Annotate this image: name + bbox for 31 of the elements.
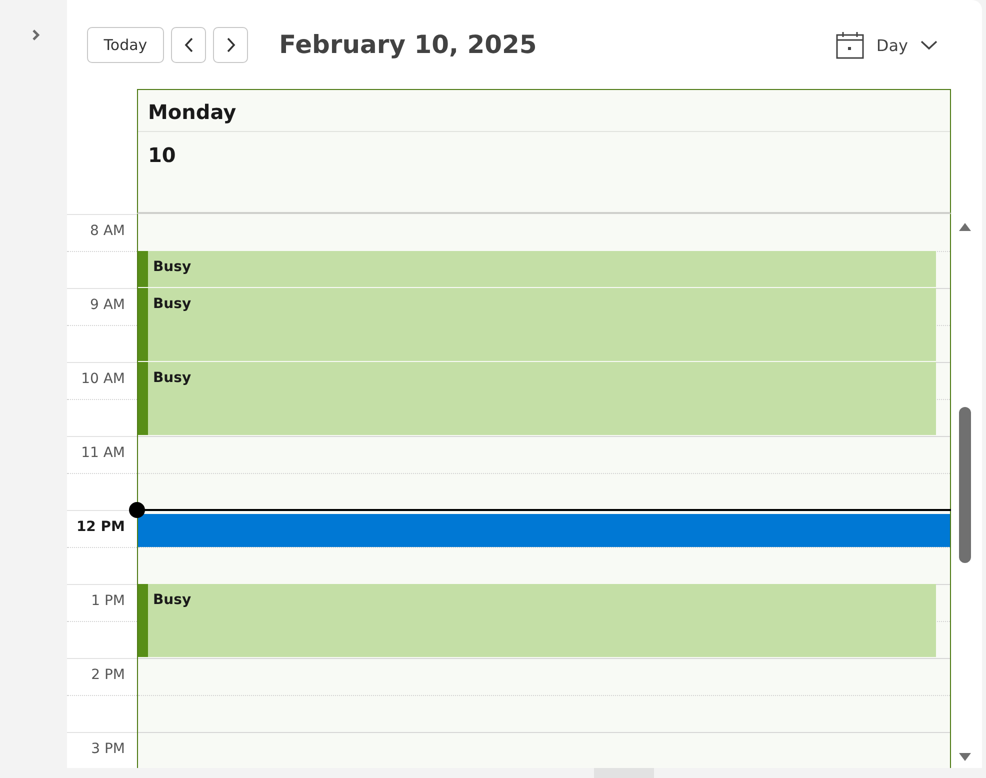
- busy-event[interactable]: Busy: [138, 251, 936, 287]
- busy-event[interactable]: Busy: [138, 288, 936, 361]
- hour-label: 10 AM: [81, 371, 125, 387]
- view-dropdown[interactable]: Day: [836, 27, 938, 63]
- chevron-down-icon: [920, 40, 938, 50]
- calendar-icon: [836, 31, 864, 59]
- busy-event[interactable]: Busy: [138, 362, 936, 435]
- event-title: Busy: [153, 296, 192, 312]
- weekday-label: Monday: [138, 90, 950, 132]
- event-title: Busy: [153, 259, 192, 275]
- hour-label: 9 AM: [90, 297, 125, 313]
- previous-button[interactable]: [171, 27, 206, 63]
- today-button[interactable]: Today: [87, 27, 164, 63]
- next-button[interactable]: [213, 27, 248, 63]
- date-title: February 10, 2025: [279, 29, 537, 61]
- chevron-right-icon: [226, 37, 236, 53]
- expand-icon[interactable]: [32, 29, 40, 41]
- event-title: Busy: [153, 370, 192, 386]
- scroll-up-icon[interactable]: [959, 222, 971, 231]
- hour-label: 8 AM: [90, 223, 125, 239]
- hour-label: 11 AM: [81, 445, 125, 461]
- hour-label: 12 PM: [76, 519, 125, 535]
- scroll-down-icon[interactable]: [959, 753, 971, 762]
- event-title: Busy: [153, 592, 192, 608]
- hour-label: 1 PM: [91, 593, 125, 609]
- busy-event[interactable]: Busy: [138, 584, 936, 657]
- hour-label: 3 PM: [91, 741, 125, 757]
- scrollbar-thumb[interactable]: [959, 407, 971, 563]
- chevron-left-icon: [184, 37, 194, 53]
- hour-label: 2 PM: [91, 667, 125, 683]
- date-label: 10: [147, 142, 177, 167]
